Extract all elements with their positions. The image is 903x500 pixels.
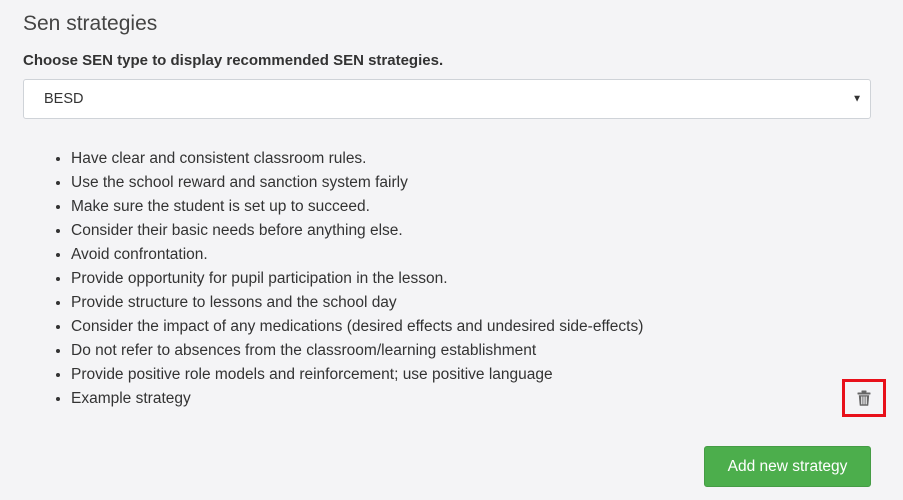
strategy-item: Have clear and consistent classroom rule…: [71, 147, 871, 171]
strategy-list: Have clear and consistent classroom rule…: [23, 147, 871, 411]
strategy-item: Consider the impact of any medications (…: [71, 315, 871, 339]
sen-type-selected-value: BESD: [44, 91, 84, 107]
section-title: Sen strategies: [23, 12, 158, 35]
strategy-item: Make sure the student is set up to succe…: [71, 195, 871, 219]
strategy-item: Avoid confrontation.: [71, 243, 871, 267]
add-new-strategy-button[interactable]: Add new strategy: [704, 446, 871, 487]
sen-type-prompt: Choose SEN type to display recommended S…: [23, 52, 444, 69]
sen-type-select[interactable]: BESD ▼: [23, 79, 871, 119]
caret-down-icon: ▼: [852, 93, 862, 105]
delete-strategy-button[interactable]: [842, 379, 886, 417]
strategy-item: Use the school reward and sanction syste…: [71, 171, 871, 195]
strategy-item: Provide positive role models and reinfor…: [71, 363, 871, 387]
trash-icon: [857, 390, 871, 406]
strategy-item: Example strategy: [71, 387, 871, 411]
strategy-item: Provide structure to lessons and the sch…: [71, 291, 871, 315]
sen-strategies-panel: Sen strategies Choose SEN type to displa…: [0, 0, 903, 500]
strategy-item: Do not refer to absences from the classr…: [71, 339, 871, 363]
strategy-item: Consider their basic needs before anythi…: [71, 219, 871, 243]
strategy-item: Provide opportunity for pupil participat…: [71, 267, 871, 291]
